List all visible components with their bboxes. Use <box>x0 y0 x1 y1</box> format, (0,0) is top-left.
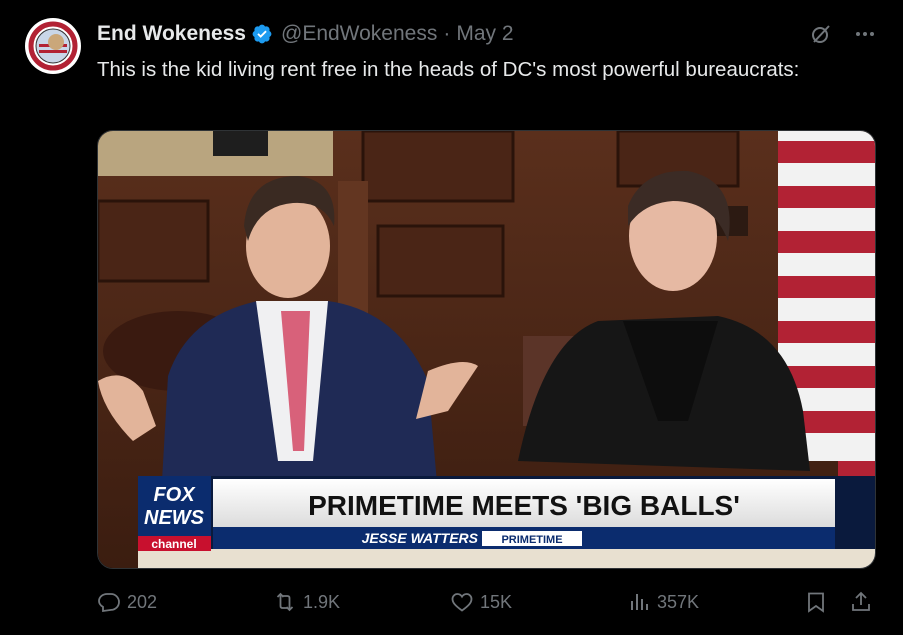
separator-dot: · <box>443 22 451 45</box>
reply-count: 202 <box>127 591 158 612</box>
tweet-action-bar: 202 1.9K 15K 357K <box>97 590 877 616</box>
heart-icon <box>451 593 473 612</box>
verified-badge-icon[interactable] <box>251 23 273 45</box>
bookmark-button[interactable] <box>804 590 834 614</box>
repost-count: 1.9K <box>303 591 341 612</box>
like-button[interactable]: 15K <box>450 590 512 614</box>
author-avatar[interactable] <box>25 18 81 74</box>
more-options-icon[interactable] <box>853 22 877 46</box>
reply-button[interactable]: 202 <box>97 590 157 614</box>
chyron-show-name: JESSE WATTERS <box>362 530 479 546</box>
network-logo-channel: channel <box>151 537 196 551</box>
chyron-show-suffix: PRIMETIME <box>501 534 562 546</box>
author-handle[interactable]: @EndWokeness <box>281 22 437 46</box>
avatar-badge-icon <box>26 19 80 73</box>
network-logo-fox: FOX <box>153 484 196 506</box>
chyron-headline: PRIMETIME MEETS 'BIG BALLS' <box>308 490 740 521</box>
views-count: 357K <box>657 591 700 612</box>
news-chyron: PRIMETIME MEETS 'BIG BALLS' JESSE WATTER… <box>138 476 875 568</box>
views-button[interactable]: 357K <box>627 590 699 614</box>
grok-icon[interactable] <box>809 22 833 46</box>
share-icon <box>852 591 870 611</box>
repost-button[interactable]: 1.9K <box>273 590 340 614</box>
media-scene: PRIMETIME MEETS 'BIG BALLS' JESSE WATTER… <box>98 131 875 568</box>
tweet-header: End Wokeness @EndWokeness · May 2 <box>97 20 514 48</box>
share-button[interactable] <box>849 590 879 614</box>
analytics-icon <box>631 594 648 610</box>
like-count: 15K <box>480 591 513 612</box>
tweet-media-image[interactable]: PRIMETIME MEETS 'BIG BALLS' JESSE WATTER… <box>97 130 876 569</box>
network-logo-news: NEWS <box>144 507 205 529</box>
author-name[interactable]: End Wokeness <box>97 22 246 46</box>
repost-icon <box>276 592 294 612</box>
tweet-text: This is the kid living rent free in the … <box>97 58 800 81</box>
tweet-date[interactable]: May 2 <box>456 22 513 46</box>
bookmark-icon <box>808 592 824 613</box>
tweet-top-actions <box>809 22 877 46</box>
reply-icon <box>98 593 120 613</box>
